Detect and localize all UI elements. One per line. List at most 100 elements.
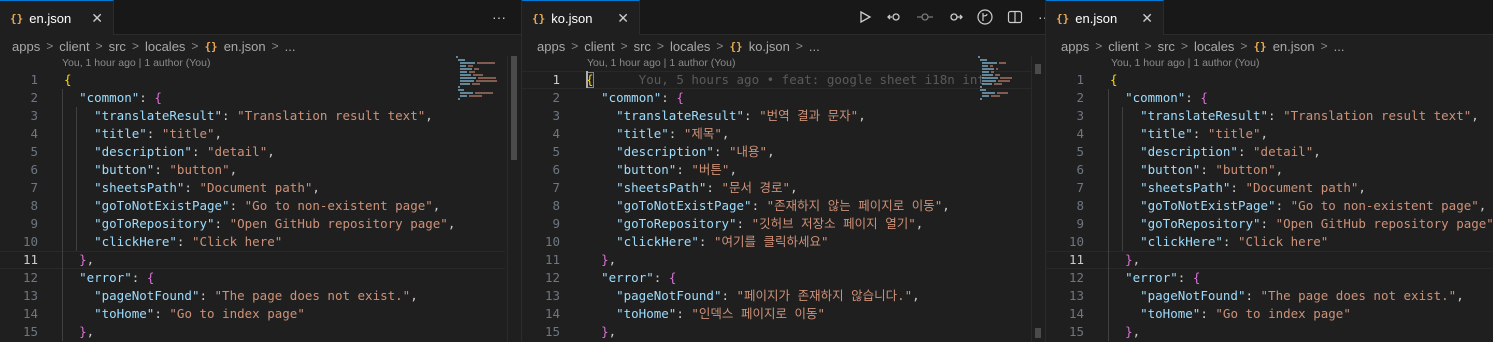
breadcrumb-apps[interactable]: apps	[537, 39, 565, 54]
code-line[interactable]: 11 },	[1046, 251, 1493, 269]
close-icon[interactable]: ✕	[617, 10, 629, 27]
compare-changes-icon[interactable]	[886, 8, 904, 26]
code-line[interactable]: 13 "pageNotFound": "The page does not ex…	[0, 287, 505, 305]
breadcrumb-client[interactable]: client	[1108, 39, 1138, 54]
line-number: 12	[22, 270, 38, 285]
vertical-scrollbar[interactable]	[1031, 56, 1045, 342]
code-line[interactable]: 2 "common": {	[0, 89, 505, 107]
code-line[interactable]: 2 "common": {	[1046, 89, 1493, 107]
minimap[interactable]	[456, 56, 506, 116]
chevron-right-icon: >	[191, 39, 199, 53]
code-line[interactable]: 6 "button": "버튼",	[522, 161, 1031, 179]
editor-pane-ko[interactable]: {} ko.json ✕ ··· ap	[522, 0, 1045, 342]
vertical-scrollbar[interactable]	[507, 56, 521, 342]
code-line[interactable]: 14 "toHome": "인덱스 페이지로 이동"	[522, 305, 1031, 323]
code-line[interactable]: 15 },	[0, 323, 505, 341]
code-line[interactable]: 4 "title": "title",	[1046, 125, 1493, 143]
code-area[interactable]: 1 { You, 5 hours ago • feat: google sheet…	[522, 71, 1031, 341]
json-value: "존재하지 않는 페이지로 이동"	[766, 198, 943, 213]
code-line[interactable]: 7 "sheetsPath": "문서 경로",	[522, 179, 1031, 197]
minimap-line	[990, 65, 994, 67]
code-line[interactable]: 12 "error": {	[0, 269, 505, 287]
code-line[interactable]: 11 },	[0, 251, 505, 269]
tab-ko-json[interactable]: {} ko.json ✕	[522, 0, 640, 35]
punctuation: ,	[410, 288, 418, 303]
scrollbar-thumb[interactable]	[1035, 64, 1041, 74]
code-line[interactable]: 4 "title": "제목",	[522, 125, 1031, 143]
code-line[interactable]: 8 "goToNotExistPage": "Go to non-existen…	[1046, 197, 1493, 215]
code-line[interactable]: 3 "translateResult": "Translation result…	[1046, 107, 1493, 125]
line-number: 15	[22, 324, 38, 339]
minimap-line	[460, 92, 473, 94]
tab-en-json[interactable]: {} en.json ✕	[0, 0, 114, 35]
minimap-line	[476, 80, 497, 82]
more-actions-icon[interactable]: ···	[1036, 8, 1045, 26]
code-line[interactable]: 8 "goToNotExistPage": "존재하지 않는 페이지로 이동",	[522, 197, 1031, 215]
breadcrumb-src[interactable]: src	[1158, 39, 1175, 54]
code-line[interactable]: 14 "toHome": "Go to index page"	[1046, 305, 1493, 323]
code-line[interactable]: 12 "error": {	[1046, 269, 1493, 287]
breadcrumb-file[interactable]: en.json	[1273, 39, 1315, 54]
breadcrumb-apps[interactable]: apps	[12, 39, 40, 54]
close-icon[interactable]: ✕	[91, 10, 103, 27]
code-line[interactable]: 6 "button": "button",	[1046, 161, 1493, 179]
code-line[interactable]: 12 "error": {	[522, 269, 1031, 287]
editor-pane-en-right[interactable]: {} en.json ✕ apps > client > src > locales >…	[1046, 0, 1493, 342]
code-area[interactable]: 1{2 "common": {3 "translateResult": "Tra…	[1046, 71, 1493, 341]
breadcrumb-symbols[interactable]: ...	[285, 39, 296, 54]
run-icon[interactable]	[856, 8, 874, 26]
code-area[interactable]: 1{2 "common": {3 "translateResult": "Tra…	[0, 71, 505, 341]
breadcrumb-symbols[interactable]: ...	[1334, 39, 1345, 54]
codelens-blame[interactable]: You, 1 hour ago | 1 author (You)	[1111, 57, 1259, 69]
chevron-right-icon: >	[1180, 39, 1188, 53]
minimap-line	[456, 56, 458, 58]
breadcrumb-apps[interactable]: apps	[1061, 39, 1089, 54]
minimap-line	[982, 62, 998, 64]
code-line[interactable]: 5 "description": "detail",	[1046, 143, 1493, 161]
git-commit-icon[interactable]	[916, 8, 934, 26]
breadcrumb-file[interactable]: en.json	[224, 39, 266, 54]
breadcrumb-src[interactable]: src	[634, 39, 651, 54]
json-key: "translateResult"	[1140, 108, 1269, 123]
code-line[interactable]: 9 "goToRepository": "깃허브 저장소 페이지 열기",	[522, 215, 1031, 233]
editor-pane-en-left[interactable]: {} en.json ✕ ··· apps > client > src > loca…	[0, 0, 521, 342]
code-line[interactable]: 5 "description": "내용",	[522, 143, 1031, 161]
code-line[interactable]: 2 "common": {	[522, 89, 1031, 107]
breadcrumb-src[interactable]: src	[109, 39, 126, 54]
code-line[interactable]: 10 "clickHere": "Click here"	[1046, 233, 1493, 251]
code-line[interactable]: 13 "pageNotFound": "페이지가 존재하지 않습니다.",	[522, 287, 1031, 305]
code-line[interactable]: 3 "translateResult": "번역 결과 문자",	[522, 107, 1031, 125]
more-actions-icon[interactable]: ···	[490, 8, 508, 26]
code-line[interactable]: 11 },	[522, 251, 1031, 269]
breadcrumb-locales[interactable]: locales	[670, 39, 710, 54]
colon: :	[1222, 234, 1238, 249]
codelens-blame[interactable]: You, 1 hour ago | 1 author (You)	[587, 57, 735, 69]
scrollbar-thumb[interactable]	[511, 56, 517, 160]
code-line[interactable]: 10 "clickHere": "여기를 클릭하세요"	[522, 233, 1031, 251]
tab-en-json[interactable]: {} en.json ✕	[1046, 0, 1164, 35]
minimap[interactable]	[978, 56, 1028, 116]
scrollbar-thumb-bottom[interactable]	[1035, 328, 1041, 338]
code-line[interactable]: 1{	[1046, 71, 1493, 89]
chevron-right-icon: >	[95, 39, 103, 53]
codelens-blame[interactable]: You, 1 hour ago | 1 author (You)	[62, 57, 210, 69]
breadcrumb-locales[interactable]: locales	[145, 39, 185, 54]
breadcrumb-client[interactable]: client	[59, 39, 89, 54]
line-number: 5	[552, 144, 560, 159]
code-line[interactable]: 9 "goToRepository": "Open GitHub reposit…	[1046, 215, 1493, 233]
breadcrumb-symbols[interactable]: ...	[809, 39, 820, 54]
breadcrumb-file[interactable]: ko.json	[749, 39, 790, 54]
code-line[interactable]: 14 "toHome": "Go to index page"	[0, 305, 505, 323]
git-history-icon[interactable]	[946, 8, 964, 26]
code-line[interactable]: 15 },	[522, 323, 1031, 341]
code-line[interactable]: 1 { You, 5 hours ago • feat: google sheet…	[522, 71, 1031, 89]
breadcrumb-locales[interactable]: locales	[1194, 39, 1234, 54]
code-line[interactable]: 15 },	[1046, 323, 1493, 341]
breadcrumb-client[interactable]: client	[584, 39, 614, 54]
code-line[interactable]: 13 "pageNotFound": "The page does not ex…	[1046, 287, 1493, 305]
git-graph-icon[interactable]	[976, 8, 994, 26]
code-line[interactable]: 7 "sheetsPath": "Document path",	[1046, 179, 1493, 197]
close-icon[interactable]: ✕	[1141, 10, 1153, 27]
split-editor-icon[interactable]	[1006, 8, 1024, 26]
code-line[interactable]: 1{	[0, 71, 505, 89]
